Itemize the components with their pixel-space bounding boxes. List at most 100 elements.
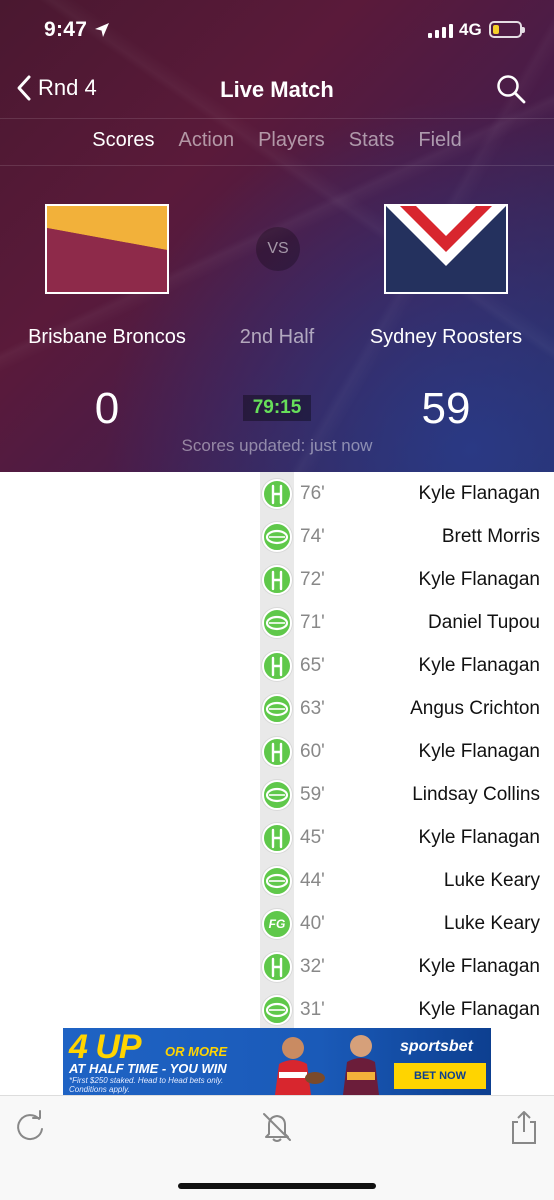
event-row[interactable]: 32' Kyle Flanagan (0, 945, 554, 988)
scores-updated-label: Scores updated: just now (181, 436, 373, 455)
event-player: Angus Crichton (410, 698, 540, 719)
match-clock: 79:15 (243, 395, 311, 421)
event-icon (262, 995, 292, 1025)
scoring-events-list[interactable]: 76' Kyle Flanagan 74' Brett Morris 72' Kyle F… (0, 472, 554, 1028)
event-minute: 63' (300, 698, 325, 719)
event-minute: 71' (300, 612, 325, 633)
event-player: Kyle Flanagan (418, 655, 540, 676)
nav-bar: Rnd 4 Live Match (0, 60, 554, 118)
home-team-name: Brisbane Broncos (28, 326, 186, 348)
event-minute: 40' (300, 913, 325, 934)
event-row[interactable]: FG 40' Luke Keary (0, 902, 554, 945)
event-minute: 65' (300, 655, 325, 676)
event-player: Daniel Tupou (428, 612, 540, 633)
ad-subheadline: AT HALF TIME - YOU WIN (69, 1061, 227, 1076)
ad-bet-now-button[interactable]: BET NOW (394, 1063, 486, 1089)
event-player: Kyle Flanagan (418, 956, 540, 977)
goalpost-icon (271, 570, 283, 591)
event-icon (262, 737, 292, 767)
away-team-logo (384, 204, 508, 294)
home-team-logo (45, 204, 169, 294)
event-row[interactable]: 31' Kyle Flanagan (0, 988, 554, 1028)
event-row[interactable]: 45' Kyle Flanagan (0, 816, 554, 859)
event-player: Luke Keary (443, 870, 540, 891)
bell-muted-icon[interactable] (260, 1110, 294, 1144)
event-minute: 76' (300, 483, 325, 504)
ad-brand-logo: sportsbet (400, 1038, 473, 1055)
tab-players[interactable]: Players (246, 119, 337, 165)
football-icon (265, 529, 289, 545)
event-icon (262, 565, 292, 595)
event-row[interactable]: 76' Kyle Flanagan (0, 472, 554, 515)
goalpost-icon (271, 742, 283, 763)
advertisement-banner[interactable]: 4 UP OR MORE AT HALF TIME - YOU WIN *Fir… (63, 1028, 491, 1095)
event-player: Kyle Flanagan (418, 483, 540, 504)
event-icon (262, 651, 292, 681)
tabs-divider (0, 165, 554, 166)
tab-field[interactable]: Field (406, 119, 473, 165)
football-icon (265, 1002, 289, 1018)
battery-icon (489, 21, 525, 38)
event-player: Kyle Flanagan (418, 741, 540, 762)
event-minute: 31' (300, 999, 325, 1020)
event-icon (262, 522, 292, 552)
event-player: Kyle Flanagan (418, 569, 540, 590)
event-icon (262, 608, 292, 638)
event-row[interactable]: 72' Kyle Flanagan (0, 558, 554, 601)
status-bar: 9:47 4G (0, 0, 554, 60)
tab-action[interactable]: Action (167, 119, 247, 165)
event-player: Luke Keary (443, 913, 540, 934)
event-minute: 60' (300, 741, 325, 762)
search-icon[interactable] (496, 74, 526, 104)
back-label: Rnd 4 (38, 75, 97, 100)
event-minute: 44' (300, 870, 325, 891)
vs-badge: VS (256, 227, 300, 271)
tab-scores[interactable]: Scores (80, 119, 166, 165)
location-arrow-icon (95, 23, 109, 37)
away-team-name: Sydney Roosters (369, 326, 523, 348)
event-player: Kyle Flanagan (418, 827, 540, 848)
event-player: Kyle Flanagan (418, 999, 540, 1020)
ad-or-more: OR MORE (165, 1044, 228, 1059)
tab-bar: Scores Action Players Stats Field (0, 119, 554, 165)
event-row[interactable]: 59' Lindsay Collins (0, 773, 554, 816)
event-player: Brett Morris (441, 526, 540, 547)
event-icon (262, 952, 292, 982)
event-row[interactable]: 44' Luke Keary (0, 859, 554, 902)
status-time: 9:47 (44, 18, 88, 41)
event-icon (262, 479, 292, 509)
event-minute: 59' (300, 784, 325, 805)
football-icon (265, 787, 289, 803)
event-minute: 74' (300, 526, 325, 547)
field-goal-icon: FG (268, 917, 286, 931)
ad-fine-print: *First $250 staked. Head to Head bets on… (69, 1076, 224, 1094)
event-minute: 45' (300, 827, 325, 848)
football-icon (265, 701, 289, 717)
event-row[interactable]: 71' Daniel Tupou (0, 601, 554, 644)
football-icon (265, 873, 289, 889)
signal-icon (428, 23, 453, 38)
back-button[interactable]: Rnd 4 (16, 74, 97, 102)
event-row[interactable]: 60' Kyle Flanagan (0, 730, 554, 773)
event-row[interactable]: 63' Angus Crichton (0, 687, 554, 730)
home-indicator (178, 1183, 376, 1189)
event-row[interactable]: 74' Brett Morris (0, 515, 554, 558)
event-player: Lindsay Collins (412, 784, 540, 805)
share-icon[interactable] (507, 1110, 541, 1144)
event-icon: FG (262, 909, 292, 939)
event-icon (262, 866, 292, 896)
event-row[interactable]: 65' Kyle Flanagan (0, 644, 554, 687)
network-label: 4G (459, 20, 482, 39)
football-icon (265, 615, 289, 631)
chevron-left-icon (17, 75, 31, 101)
tab-stats[interactable]: Stats (337, 119, 407, 165)
match-header: 9:47 4G Rnd 4 Live Match Scores Action P… (0, 0, 554, 472)
event-minute: 72' (300, 569, 325, 590)
home-score: 0 (94, 384, 120, 433)
event-icon (262, 823, 292, 853)
event-icon (262, 694, 292, 724)
refresh-icon[interactable] (13, 1110, 47, 1144)
event-minute: 32' (300, 956, 325, 977)
match-period: 2nd Half (239, 326, 315, 348)
goalpost-icon (271, 828, 283, 849)
